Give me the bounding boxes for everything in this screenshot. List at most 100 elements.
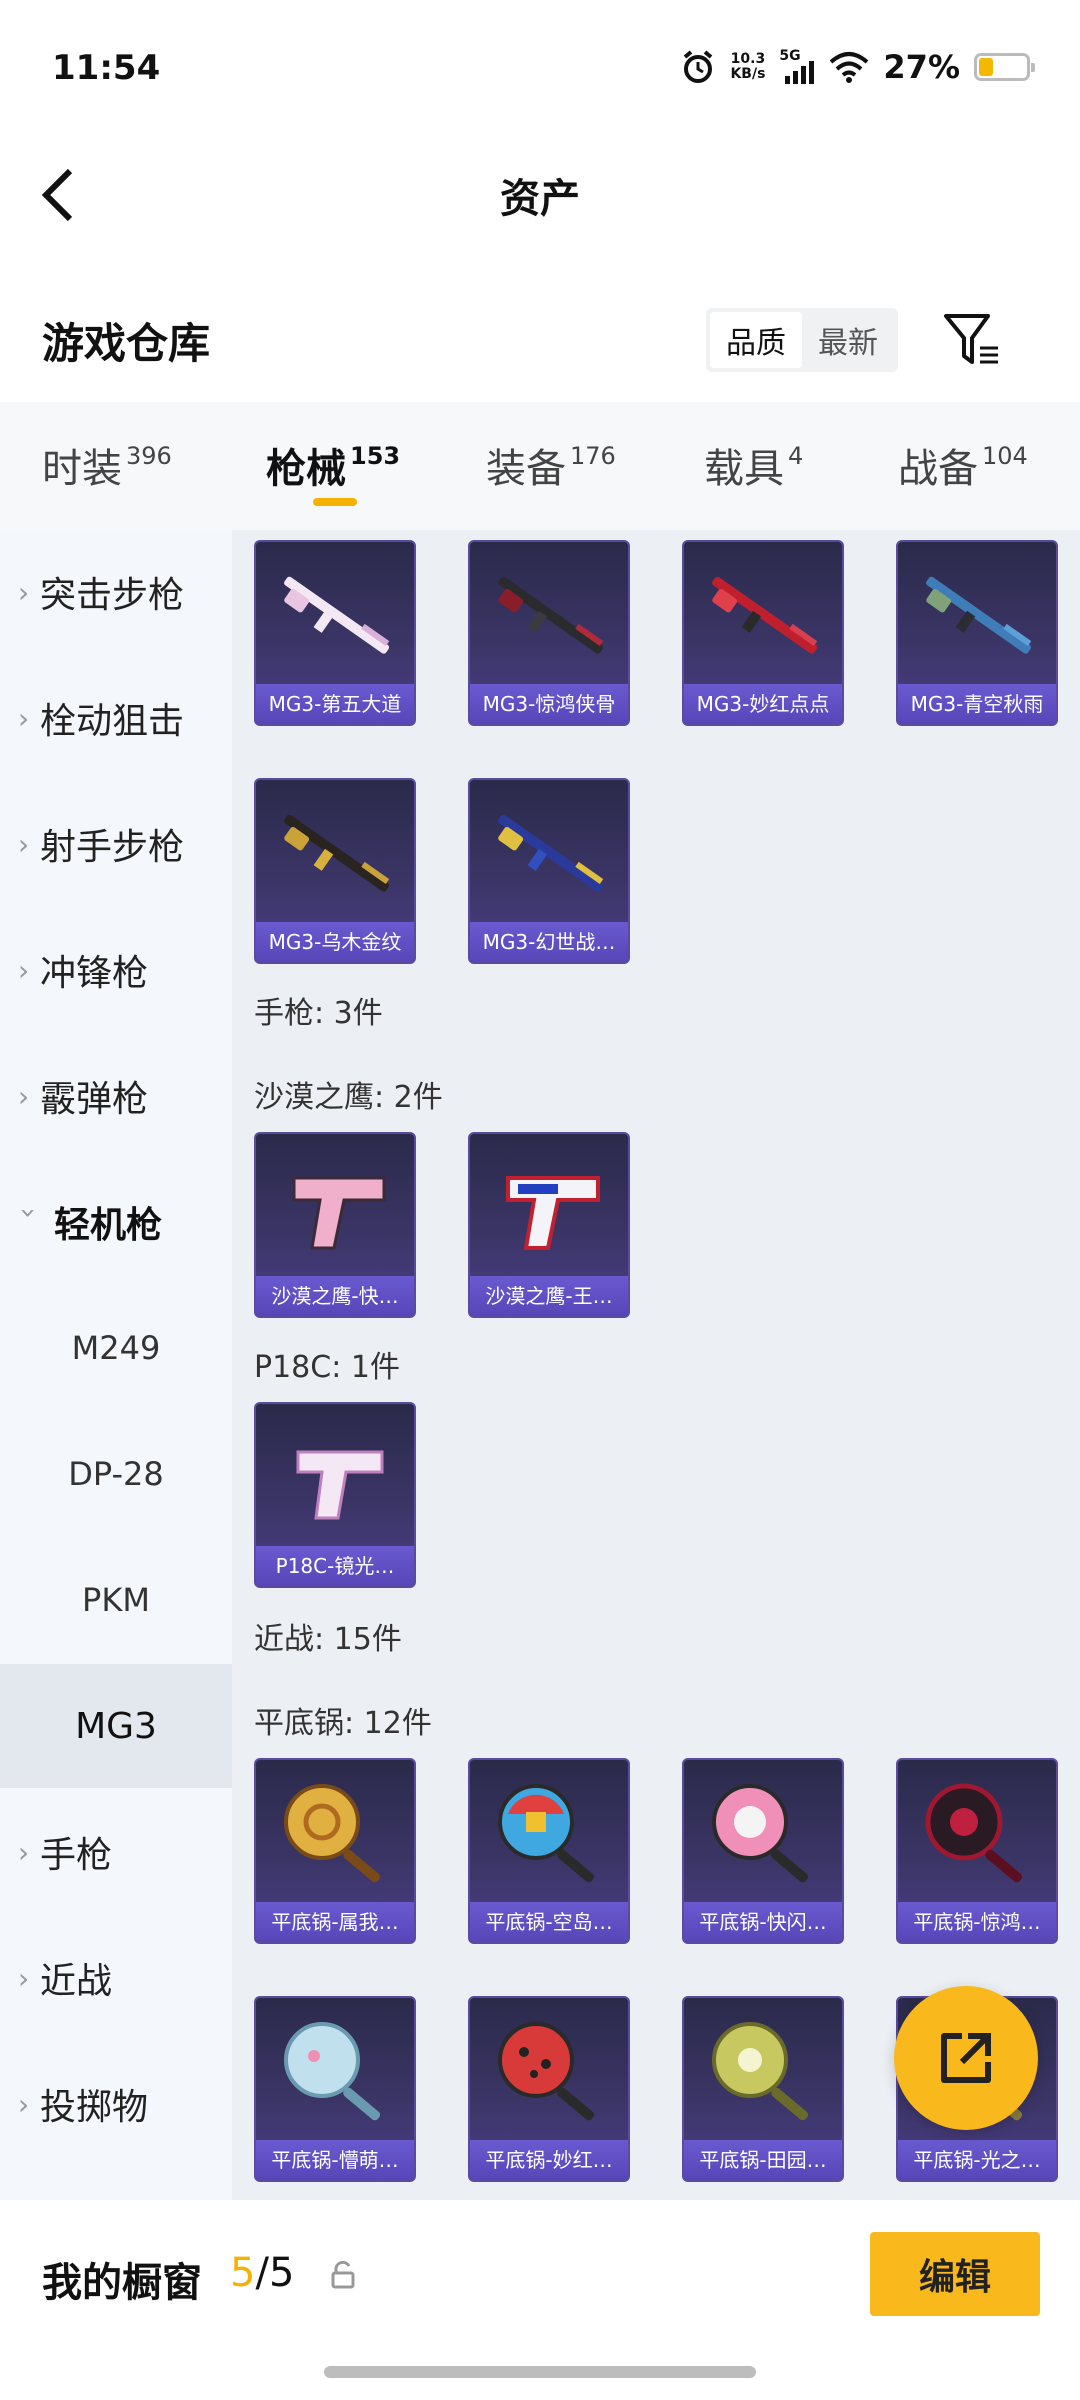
showcase-count-current: 5 (230, 2250, 256, 2296)
sidebar-sub-dp28[interactable]: DP-28 (0, 1412, 232, 1536)
machine-gun-icon (498, 814, 604, 892)
group-header-pistol: 手枪: 3件 (254, 996, 383, 1031)
item-caption: MG3-乌木金纹 (256, 922, 414, 962)
sidebar-item-label: 突击步枪 (40, 575, 185, 616)
item-card[interactable]: 沙漠之鹰-快… (254, 1132, 416, 1318)
sidebar-item-bolt-sniper[interactable]: › 栓动狙击 (0, 656, 232, 780)
item-caption: 平底锅-属我… (256, 1902, 414, 1942)
item-card[interactable]: 平底锅-惊鸿… (896, 1758, 1058, 1944)
sidebar-item-lmg[interactable]: › 轻机枪 (0, 1160, 232, 1284)
sidebar-item-label: 冲锋枪 (40, 953, 149, 994)
pistol-icon (292, 1176, 386, 1250)
item-caption: 平底锅-懵萌… (256, 2140, 414, 2180)
frying-pan-icon (712, 1784, 809, 1883)
item-caption: 平底锅-光之… (898, 2140, 1056, 2180)
status-bar: 11:54 10.3 KB/s 5G 27% (0, 0, 1080, 140)
tab-equipment[interactable]: 装备 176 (486, 436, 616, 494)
pistol-icon (296, 1450, 384, 1520)
category-tabs: 时装 396 枪械 153 装备 176 载具 4 战备 104 (0, 402, 1080, 530)
frying-pan-icon (498, 1784, 595, 1883)
item-card[interactable]: MG3-妙红点点 (682, 540, 844, 726)
item-card[interactable]: 沙漠之鹰-王… (468, 1132, 630, 1318)
showcase-label: 我的橱窗 (42, 2260, 202, 2306)
sidebar-item-label: 投掷物 (40, 2087, 149, 2128)
sidebar-sub-pkm[interactable]: PKM (0, 1538, 232, 1662)
item-card[interactable]: MG3-幻世战… (468, 778, 630, 964)
sidebar-item-label: 霰弹枪 (40, 1079, 149, 1120)
item-grid: MG3-第五大道 MG3-惊鸿侠骨 MG3-妙红点点 MG3-青空秋雨 MG3-… (232, 530, 1080, 2200)
sidebar-item-smg[interactable]: › 冲锋枪 (0, 908, 232, 1032)
alarm-icon (684, 50, 713, 83)
group-header-melee: 近战: 15件 (254, 1622, 402, 1657)
tab-label: 枪械 (266, 446, 346, 492)
warehouse-header: 游戏仓库 品质 最新 (0, 290, 1080, 390)
sort-quality-button[interactable]: 品质 (710, 312, 802, 368)
chevron-right-icon: › (18, 575, 30, 609)
sidebar-item-pistol[interactable]: › 手枪 (0, 1790, 232, 1914)
status-icons: 10.3 KB/s 5G 27% (680, 48, 1035, 86)
sidebar-item-label: 近战 (40, 1961, 113, 2002)
machine-gun-icon (926, 576, 1032, 654)
tab-count: 396 (126, 442, 172, 470)
frying-pan-icon (498, 2022, 595, 2121)
sidebar-item-melee[interactable]: › 近战 (0, 1916, 232, 2040)
item-caption: 平底锅-妙红… (470, 2140, 628, 2180)
page-title: 资产 (500, 176, 580, 222)
sidebar-item-throwable[interactable]: › 投掷物 (0, 2042, 232, 2166)
item-caption: 平底锅-空岛… (470, 1902, 628, 1942)
home-indicator[interactable] (324, 2366, 756, 2378)
group-header-p18c: P18C: 1件 (254, 1350, 400, 1385)
sidebar-item-label: 轻机枪 (54, 1205, 163, 1246)
tab-vehicles[interactable]: 载具 4 (704, 436, 803, 494)
item-card[interactable]: MG3-青空秋雨 (896, 540, 1058, 726)
share-button[interactable] (894, 1986, 1038, 2130)
sort-newest-button[interactable]: 最新 (802, 312, 894, 368)
tab-label: 载具 (704, 446, 784, 492)
frying-pan-icon (925, 1783, 1023, 1883)
item-caption: MG3-青空秋雨 (898, 684, 1056, 724)
item-card[interactable]: 平底锅-妙红… (468, 1996, 630, 2182)
item-card[interactable]: 平底锅-空岛… (468, 1758, 630, 1944)
sidebar-item-assault-rifle[interactable]: › 突击步枪 (0, 530, 232, 654)
sidebar-item-label: 射手步枪 (40, 827, 185, 868)
chevron-right-icon: › (18, 2087, 30, 2121)
item-card[interactable]: 平底锅-田园… (682, 1996, 844, 2182)
item-card[interactable]: MG3-第五大道 (254, 540, 416, 726)
item-card[interactable]: MG3-惊鸿侠骨 (468, 540, 630, 726)
tab-fashion[interactable]: 时装 396 (42, 436, 172, 494)
item-caption: P18C-镜光… (256, 1546, 414, 1586)
item-caption: MG3-第五大道 (256, 684, 414, 724)
sidebar-item-shotgun[interactable]: › 霰弹枪 (0, 1034, 232, 1158)
chevron-right-icon: › (18, 1835, 30, 1869)
edit-button[interactable]: 编辑 (870, 2232, 1040, 2316)
showcase-count-sep: / (255, 2250, 269, 2296)
item-card[interactable]: P18C-镜光… (254, 1402, 416, 1588)
wifi-icon (830, 52, 869, 83)
filter-icon[interactable] (940, 308, 1004, 372)
weapon-category-sidebar: › 突击步枪 › 栓动狙击 › 射手步枪 › 冲锋枪 › 霰弹枪 › 轻机枪 M249 DP… (0, 530, 232, 2200)
chevron-right-icon: › (18, 953, 30, 987)
item-card[interactable]: 平底锅-懵萌… (254, 1996, 416, 2182)
item-caption: 平底锅-快闪… (684, 1902, 842, 1942)
chevron-right-icon: › (18, 701, 30, 735)
net-speed-value: 10.3 (730, 51, 766, 67)
item-card[interactable]: MG3-乌木金纹 (254, 778, 416, 964)
tab-label: 装备 (486, 446, 566, 492)
sidebar-item-marksman-rifle[interactable]: › 射手步枪 (0, 782, 232, 906)
item-card[interactable]: 平底锅-快闪… (682, 1758, 844, 1944)
warehouse-title: 游戏仓库 (42, 319, 211, 368)
showcase-count-total: 5 (268, 2250, 295, 2296)
item-card[interactable]: 平底锅-属我… (254, 1758, 416, 1944)
tab-label: 时装 (42, 446, 122, 492)
tab-supplies[interactable]: 战备 104 (898, 436, 1028, 494)
showcase-count: 5/5 (230, 2250, 294, 2296)
tab-guns[interactable]: 枪械 153 (266, 436, 400, 494)
machine-gun-icon (284, 814, 390, 892)
tab-count: 153 (350, 442, 401, 470)
machine-gun-icon (712, 576, 818, 654)
battery-percent: 27% (883, 48, 960, 86)
sidebar-sub-m249[interactable]: M249 (0, 1286, 232, 1410)
group-header-pan: 平底锅: 12件 (254, 1706, 432, 1741)
sidebar-item-label: 栓动狙击 (40, 701, 185, 742)
sidebar-sub-mg3[interactable]: MG3 (0, 1664, 232, 1788)
